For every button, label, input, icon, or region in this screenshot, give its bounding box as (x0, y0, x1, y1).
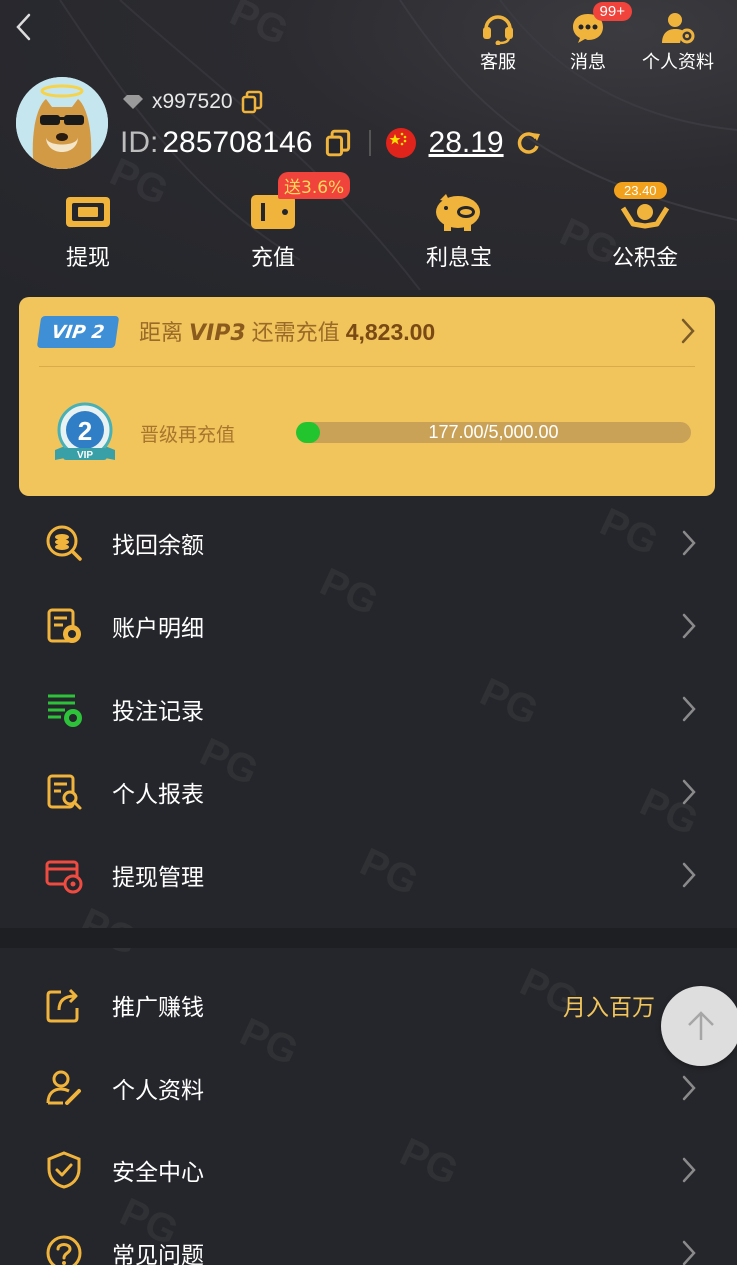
messages-button[interactable]: 99+ 消息 (546, 2, 632, 74)
vip-medal-text: VIP (77, 450, 93, 461)
profile-top-label: 个人资料 (642, 52, 714, 73)
deposit-button[interactable]: 送3.6% 充值 (218, 172, 351, 272)
chevron-right-icon (682, 779, 696, 805)
menu-item-promotion[interactable]: 推广赚钱 月入百万 (0, 964, 737, 1046)
provident-fund-label: 公积金 (611, 246, 678, 271)
divider (368, 130, 371, 156)
personal-report-icon (44, 772, 84, 812)
messages-label: 消息 (570, 52, 606, 73)
provident-fund-button[interactable]: 23.40 公积金 (590, 182, 700, 272)
vip-medal-level: 2 (78, 416, 92, 446)
user-edit-icon (44, 1068, 84, 1108)
unread-badge: 99+ (592, 2, 632, 21)
wallet-icon: 送3.6% (218, 172, 351, 236)
menu-item-personal-report[interactable]: 个人报表 (0, 751, 737, 833)
menu-label: 账户明细 (112, 616, 204, 642)
id-label: ID: (120, 126, 159, 159)
chevron-left-icon (16, 13, 31, 41)
deposit-bonus-badge: 送3.6% (278, 172, 351, 199)
interest-treasure-button[interactable]: 利息宝 (404, 186, 514, 272)
profile-settings-icon (656, 10, 700, 46)
menu-label: 安全中心 (112, 1160, 204, 1186)
vip-card[interactable]: VIP 2 距离 VIP3 还需充值 4,823.00 2 VIP 晋级再充值 … (19, 297, 715, 496)
doge-avatar-image (16, 77, 108, 169)
chevron-right-icon (682, 1240, 696, 1265)
user-id: 285708146 (162, 126, 313, 159)
vip-upgrade-label: 晋级再充值 (140, 424, 236, 446)
vip-distance-label: 距离 (139, 321, 184, 346)
vip-need-amount: 4,823.00 (345, 319, 436, 345)
chevron-right-icon (682, 1075, 696, 1101)
back-button[interactable] (8, 10, 38, 44)
menu-item-security-center[interactable]: 安全中心 (0, 1129, 737, 1211)
customer-service-button[interactable]: 客服 (456, 10, 540, 74)
interest-treasure-label: 利息宝 (425, 246, 492, 271)
copy-id-icon[interactable] (325, 128, 351, 158)
customer-service-label: 客服 (480, 52, 516, 73)
vip-next-level-text: 距离 VIP3 还需充值 4,823.00 (139, 315, 435, 347)
menu-item-withdraw-manage[interactable]: 提现管理 (0, 834, 737, 916)
vip-next-level: VIP3 (189, 321, 246, 346)
account-details-icon (44, 606, 84, 646)
menu-item-account-details[interactable]: 账户明细 (0, 585, 737, 667)
promotion-tagline: 月入百万 (563, 995, 655, 1021)
headset-icon (476, 10, 520, 46)
recover-balance-icon (44, 523, 84, 563)
vip-level-tag: VIP 2 (36, 316, 120, 348)
menu-label: 个人资料 (112, 1078, 204, 1104)
chevron-right-icon (682, 862, 696, 888)
vip-progress-text: 177.00/5,000.00 (428, 422, 559, 442)
menu-label: 提现管理 (112, 865, 204, 891)
share-icon (44, 985, 84, 1025)
vip-divider (39, 366, 695, 367)
arrow-up-icon (688, 1011, 714, 1040)
menu-label: 投注记录 (112, 699, 204, 725)
chevron-right-icon (682, 530, 696, 556)
hands-coin-icon: 23.40 (590, 182, 700, 236)
vip-progress-bar: 177.00/5,000.00 (296, 422, 691, 443)
username: x997520 (152, 90, 233, 113)
deposit-label: 充值 (250, 246, 295, 271)
scroll-to-top-button[interactable] (661, 986, 737, 1066)
menu-item-profile[interactable]: 个人资料 (0, 1047, 737, 1129)
menu-label: 找回余额 (112, 533, 204, 559)
diamond-icon (123, 95, 143, 109)
withdraw-ticket-icon (33, 186, 143, 236)
section-divider (0, 928, 737, 948)
avatar[interactable] (16, 77, 108, 169)
withdraw-label: 提现 (65, 246, 110, 271)
menu-label: 个人报表 (112, 782, 204, 808)
withdraw-manage-icon (44, 855, 84, 895)
provident-fund-badge: 23.40 (614, 182, 667, 199)
menu-label: 推广赚钱 (112, 995, 204, 1021)
menu-item-recover-balance[interactable]: 找回余额 (0, 502, 737, 584)
username-row: x997520 (122, 90, 263, 114)
chevron-right-icon (682, 696, 696, 722)
shield-check-icon (44, 1150, 84, 1190)
copy-icon[interactable] (241, 90, 263, 114)
chevron-right-icon (682, 613, 696, 639)
id-balance-row: ID: 285708146 28.19 (120, 126, 542, 160)
menu-item-faq[interactable]: 常见问题 (0, 1212, 737, 1265)
menu-label: 常见问题 (112, 1243, 204, 1265)
withdraw-button[interactable]: 提现 (33, 186, 143, 272)
china-flag-icon (385, 128, 416, 158)
vip-medal-icon: 2 VIP (55, 402, 115, 461)
balance-value[interactable]: 28.19 (429, 126, 504, 160)
refresh-icon[interactable] (514, 129, 542, 157)
menu-item-bet-records[interactable]: 投注记录 (0, 668, 737, 750)
vip-need-label: 还需充值 (251, 321, 340, 346)
chat-icon: 99+ (566, 2, 632, 46)
chevron-right-icon (682, 1157, 696, 1183)
piggy-bank-icon (404, 186, 514, 236)
bet-records-icon (44, 689, 84, 729)
chevron-right-icon (681, 318, 695, 344)
question-icon (44, 1233, 84, 1265)
profile-top-button[interactable]: 个人资料 (636, 10, 720, 74)
